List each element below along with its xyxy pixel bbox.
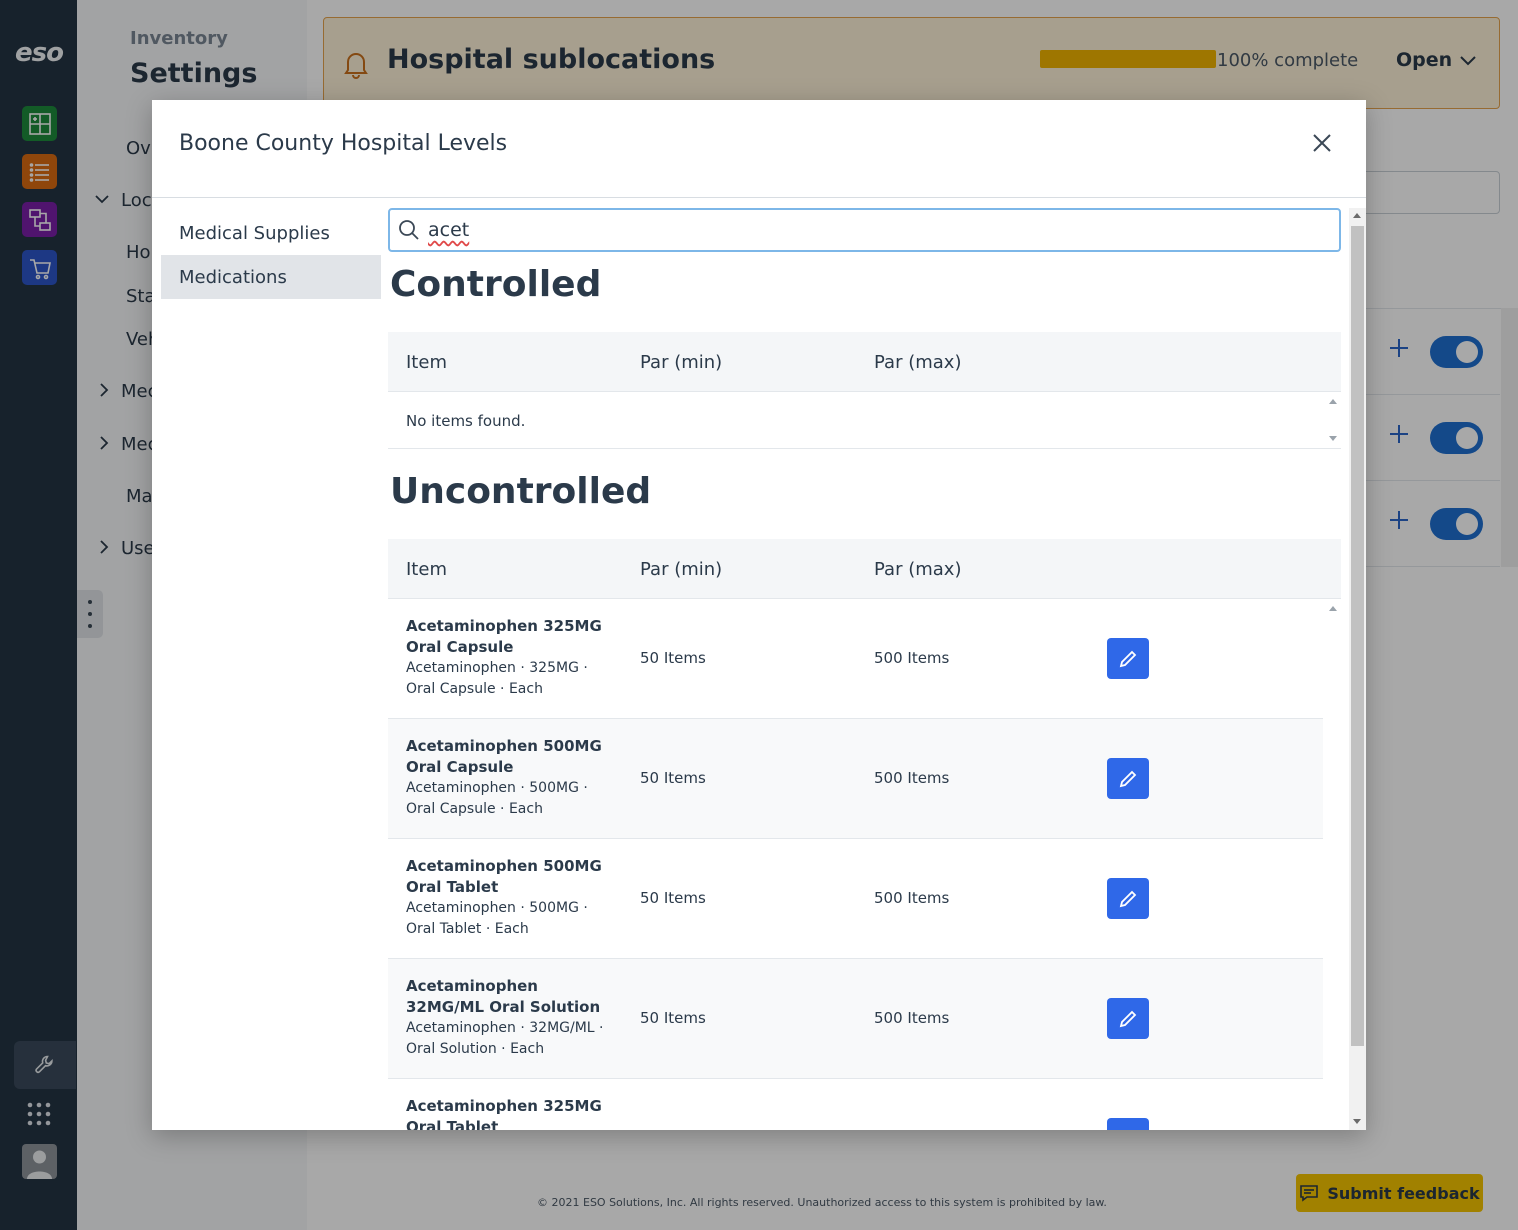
item-name: Acetaminophen 325MG Oral Capsule [406,617,602,656]
search-value: acet [428,219,470,241]
category-medical-supplies[interactable]: Medical Supplies [161,211,381,255]
column-par-max: Par (max) [874,351,962,373]
empty-state-text: No items found. [406,412,526,430]
edit-button[interactable] [1107,638,1149,679]
par-max-value: 500 Items [874,1009,950,1027]
table-row: Acetaminophen 500MG Oral Tablet Acetamino… [388,839,1323,959]
item-detail: Acetaminophen · 325MG · Oral Capsule · E… [406,660,588,697]
pencil-icon [1118,1129,1138,1131]
item-name: Acetaminophen 325MG Oral Tablet [406,1097,602,1130]
item-detail: Acetaminophen · 32MG/ML · Oral Solution … [406,1020,604,1057]
controlled-scrollbar[interactable] [1324,392,1341,448]
category-medications[interactable]: Medications [161,255,381,299]
modal-title: Boone County Hospital Levels [179,131,508,156]
scrollbar-thumb[interactable] [1351,226,1364,1046]
par-min-value: 50 Items [640,649,706,667]
item-name: Acetaminophen 32MG/ML Oral Solution [406,977,601,1016]
column-item: Item [406,558,447,580]
modal-content: acet Controlled Item Par (min) Par (max)… [388,208,1341,1130]
edit-button[interactable] [1107,758,1149,799]
table-row: Acetaminophen 325MG Oral Capsule Acetamin… [388,599,1323,719]
controlled-table-body: No items found. [388,392,1341,449]
uncontrolled-table-header: Item Par (min) Par (max) [388,539,1341,599]
item-name: Acetaminophen 500MG Oral Capsule [406,737,602,776]
edit-button[interactable] [1107,998,1149,1039]
par-max-value: 500 Items [874,649,950,667]
column-par-min: Par (min) [640,351,723,373]
item-detail: Acetaminophen · 500MG · Oral Tablet · Ea… [406,900,588,937]
table-row: Acetaminophen 500MG Oral Capsule Acetamin… [388,719,1323,839]
table-row: Acetaminophen 32MG/ML Oral Solution Aceta… [388,959,1323,1079]
modal-header: Boone County Hospital Levels [152,100,1366,198]
table-row: Acetaminophen 325MG Oral Tablet [388,1079,1323,1130]
par-max-value: 500 Items [874,769,950,787]
close-button[interactable] [1310,131,1334,155]
search-icon [399,220,419,240]
pencil-icon [1119,770,1137,787]
column-item: Item [406,351,447,373]
par-min-value: 50 Items [640,1009,706,1027]
uncontrolled-table-body: Acetaminophen 325MG Oral Capsule Acetamin… [388,599,1341,1130]
uncontrolled-scrollbar[interactable] [1324,599,1341,1130]
search-input[interactable]: acet [388,208,1341,252]
levels-modal: Boone County Hospital Levels Medical Sup… [152,100,1366,1130]
controlled-heading: Controlled [390,264,602,305]
pencil-icon [1119,890,1137,907]
item-name: Acetaminophen 500MG Oral Tablet [406,857,602,896]
item-detail: Acetaminophen · 500MG · Oral Capsule · E… [406,780,588,817]
par-min-value: 50 Items [640,769,706,787]
edit-button[interactable] [1107,1118,1149,1130]
edit-button[interactable] [1107,878,1149,919]
column-par-min: Par (min) [640,558,723,580]
column-par-max: Par (max) [874,558,962,580]
controlled-table-header: Item Par (min) Par (max) [388,332,1341,392]
uncontrolled-heading: Uncontrolled [390,471,652,512]
modal-scrollbar[interactable] [1349,208,1366,1130]
pencil-icon [1119,650,1137,667]
pencil-icon [1119,1010,1137,1027]
par-min-value: 50 Items [640,889,706,907]
close-icon [1313,134,1331,152]
par-max-value: 500 Items [874,889,950,907]
